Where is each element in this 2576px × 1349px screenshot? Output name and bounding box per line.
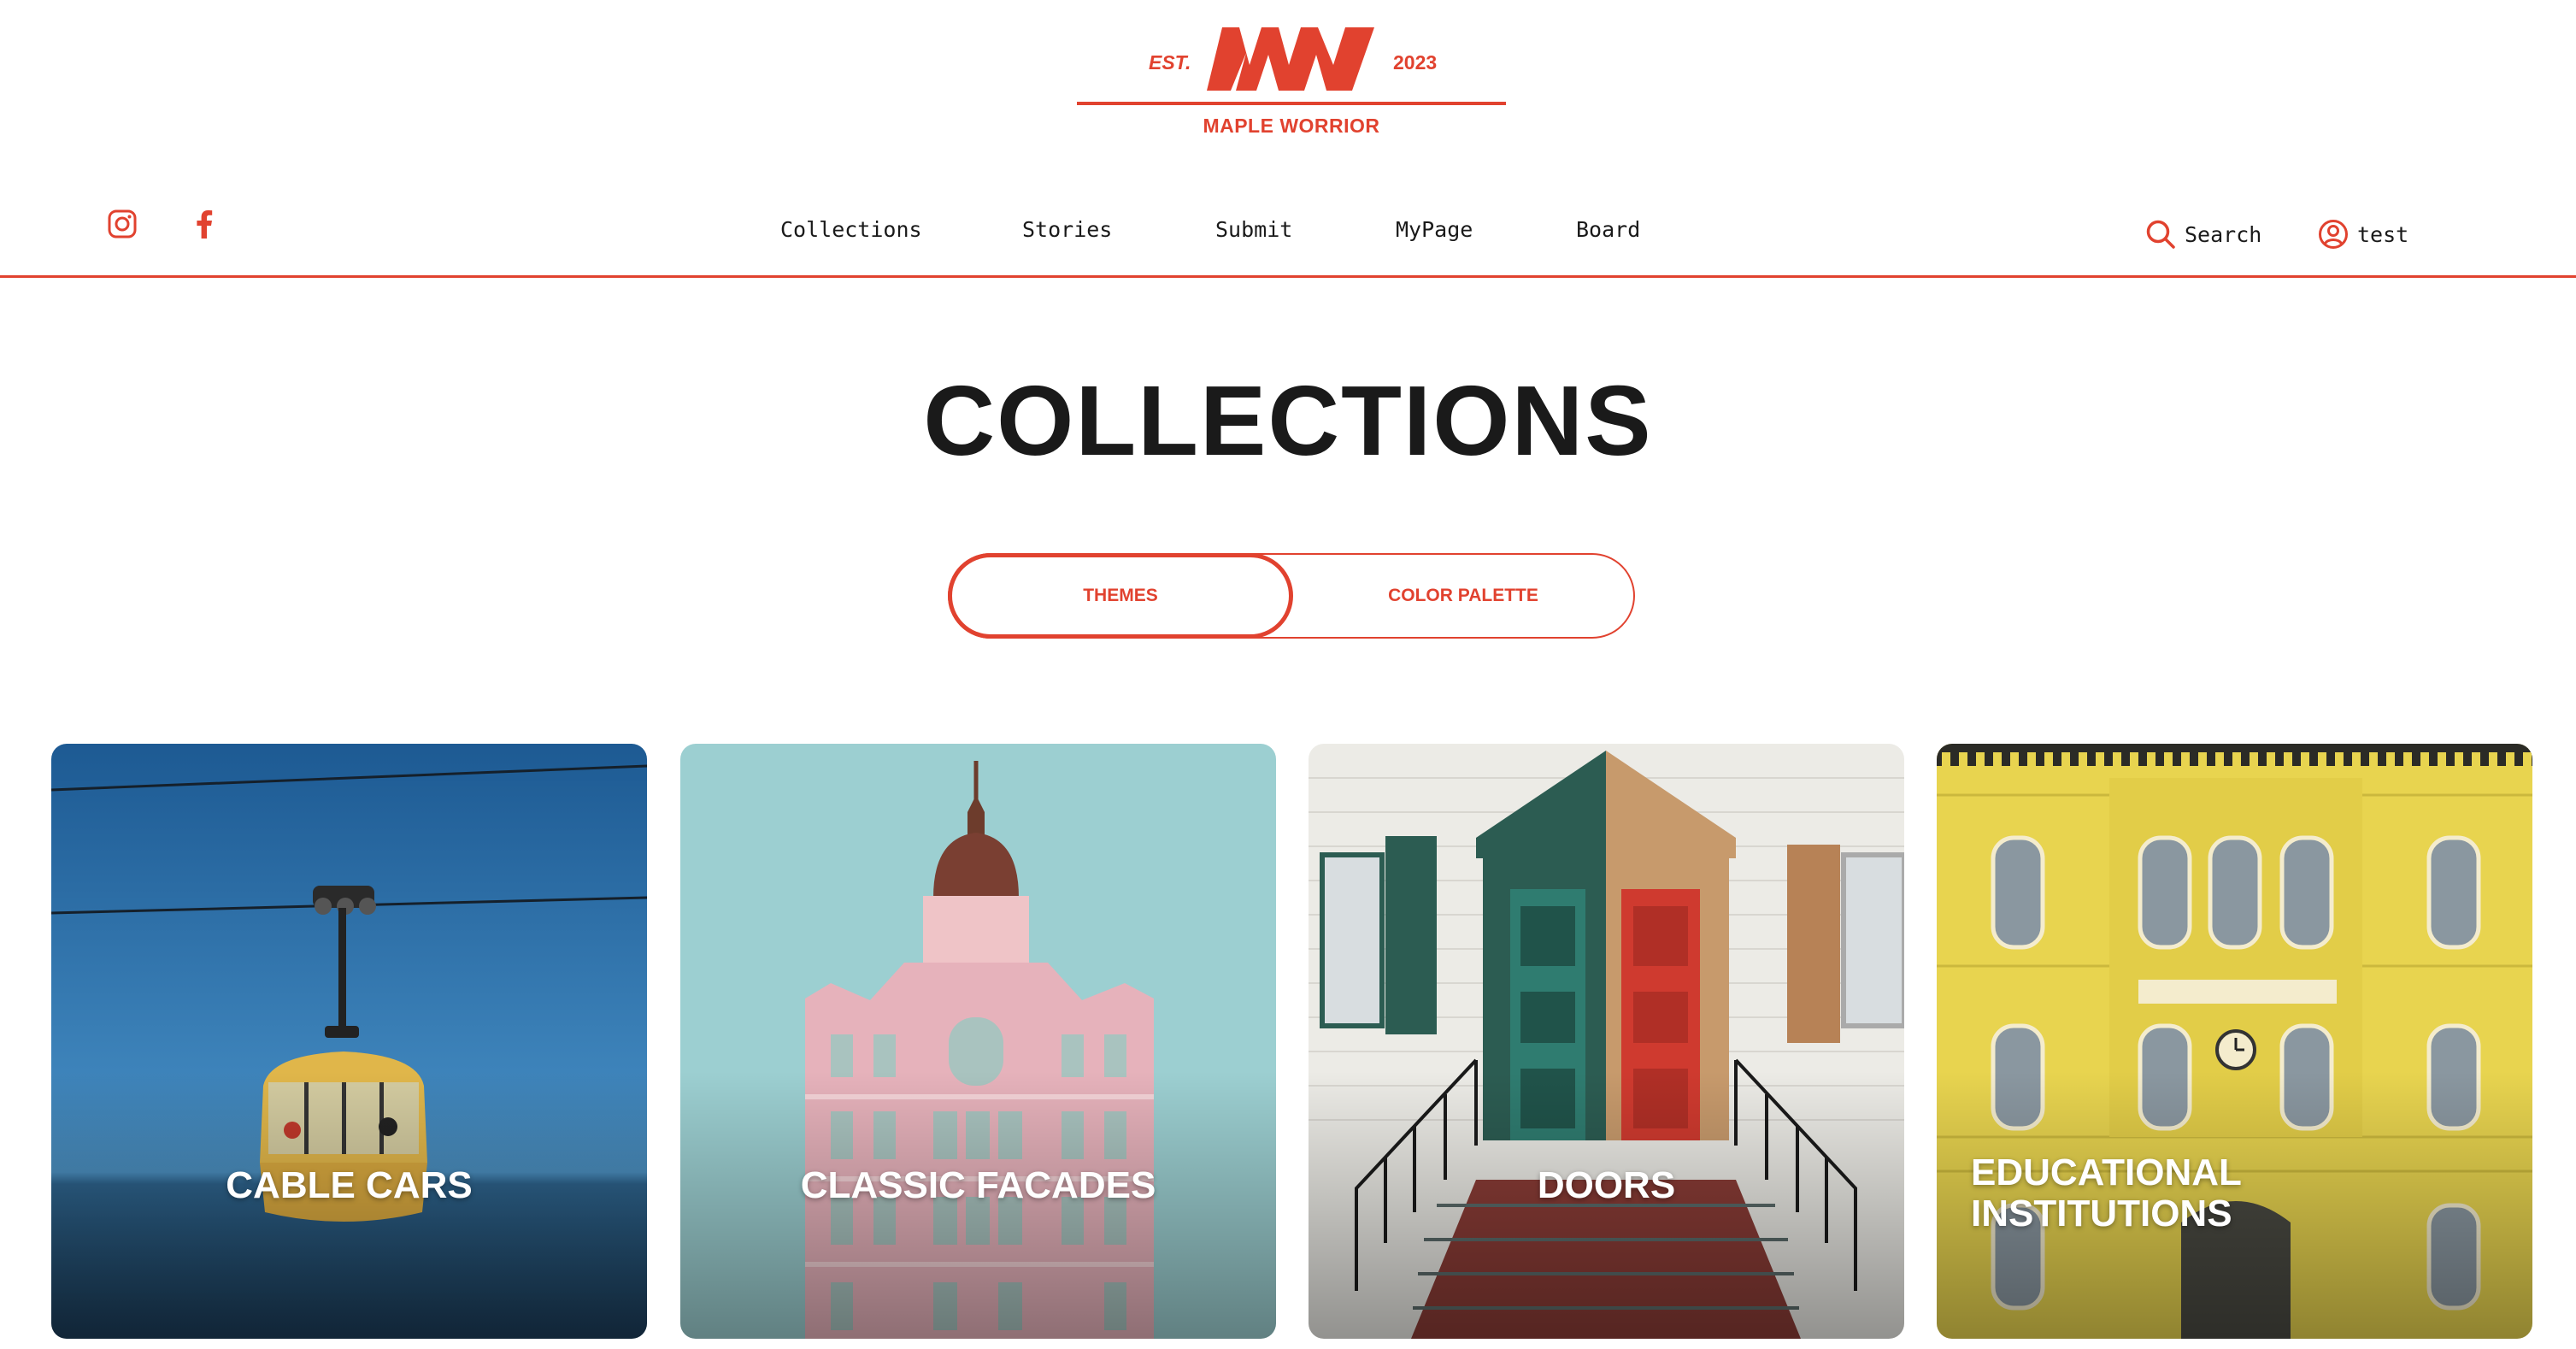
facebook-link[interactable] — [195, 209, 214, 239]
site-logo[interactable]: EST. 2023 MAPLE WORRIOR — [1077, 24, 1506, 145]
logo-name-text: MAPLE WORRIOR — [1203, 115, 1380, 137]
nav-board[interactable]: Board — [1576, 217, 1640, 242]
collection-card-cable-cars[interactable]: CABLE CARS — [51, 744, 647, 1339]
instagram-icon — [108, 209, 137, 239]
nav-divider — [0, 275, 2576, 278]
tab-color-palette[interactable]: COLOR PALETTE — [1291, 553, 1635, 639]
facebook-icon — [197, 210, 213, 239]
collection-view-toggle: THEMES COLOR PALETTE — [948, 553, 1635, 639]
user-icon — [2319, 220, 2348, 249]
nav-mypage[interactable]: MyPage — [1396, 217, 1473, 242]
search-button[interactable]: Search — [2145, 219, 2261, 250]
search-icon — [2146, 220, 2175, 249]
collection-card-classic-facades[interactable]: CLASSIC FACADES — [680, 744, 1276, 1339]
logo-year-text: 2023 — [1393, 51, 1438, 74]
tab-themes[interactable]: THEMES — [948, 553, 1293, 639]
logo-est-text: EST. — [1149, 51, 1191, 74]
nav-submit[interactable]: Submit — [1215, 217, 1292, 242]
card-label: DOORS — [1537, 1164, 1676, 1206]
user-account-button[interactable]: test — [2318, 219, 2408, 250]
nav-collections[interactable]: Collections — [780, 217, 922, 242]
card-label-line: INSTITUTIONS — [1971, 1193, 2232, 1234]
instagram-link[interactable] — [108, 209, 137, 239]
user-label: test — [2357, 221, 2409, 247]
collection-card-doors[interactable]: DOORS — [1309, 744, 1904, 1339]
card-label: CLASSIC FACADES — [800, 1164, 1156, 1206]
collection-card-educational-institutions[interactable]: EDUCATIONAL INSTITUTIONS — [1937, 744, 2532, 1339]
nav-stories[interactable]: Stories — [1022, 217, 1112, 242]
logo-mw-mark — [1207, 27, 1374, 91]
card-label-line: EDUCATIONAL — [1971, 1152, 2242, 1193]
logo-rule — [1077, 102, 1506, 105]
card-label: CABLE CARS — [226, 1164, 473, 1206]
search-label: Search — [2185, 221, 2262, 247]
card-label: EDUCATIONAL INSTITUTIONS — [1971, 1152, 2501, 1234]
page-title: COLLECTIONS — [923, 365, 1653, 476]
